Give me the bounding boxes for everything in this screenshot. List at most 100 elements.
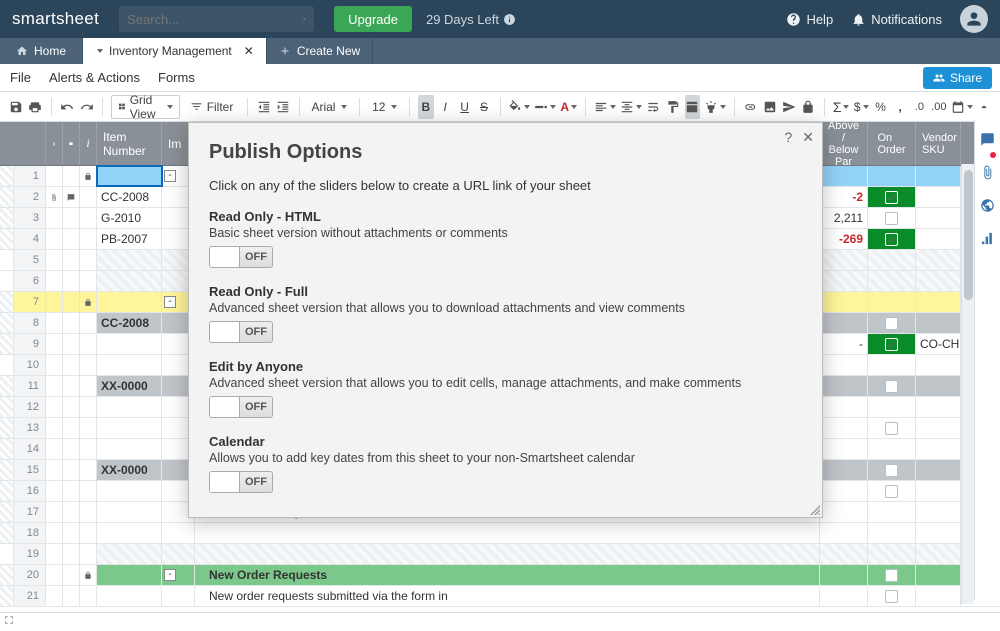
filter-icon [190, 100, 203, 113]
bg-color-button[interactable] [508, 95, 530, 119]
section-title: Calendar [209, 434, 802, 449]
clear-format-button[interactable] [685, 95, 700, 119]
redo-button[interactable] [79, 95, 94, 119]
filter-button[interactable]: Filter [184, 95, 240, 119]
table-row[interactable]: 20-New Order Requests [0, 565, 1000, 586]
print-button[interactable] [27, 95, 42, 119]
undo-icon [60, 100, 74, 114]
document-tabs: Home Inventory Management ✕ Create New [0, 38, 1000, 64]
notifications-link[interactable]: Notifications [851, 12, 942, 27]
table-row[interactable]: 18 [0, 523, 1000, 544]
section-description: Advanced sheet version that allows you t… [209, 301, 802, 315]
sum-button[interactable]: Σ [833, 95, 850, 119]
table-row[interactable]: 19 [0, 544, 1000, 565]
section-title: Edit by Anyone [209, 359, 802, 374]
task-bar-color-button[interactable] [534, 95, 556, 119]
col-above-below[interactable]: Above / Below Par [820, 122, 868, 165]
user-avatar[interactable] [960, 5, 988, 33]
view-selector[interactable]: Grid View [111, 95, 180, 119]
send-icon [782, 100, 796, 114]
lock-button[interactable] [801, 95, 816, 119]
tab-menu-caret[interactable] [97, 49, 103, 53]
file-menu[interactable]: File [10, 70, 31, 85]
bold-button[interactable]: B [418, 95, 433, 119]
wrap-button[interactable] [646, 95, 661, 119]
strikethrough-button[interactable]: S [476, 95, 491, 119]
comment-icon[interactable] [69, 138, 73, 150]
format-painter-button[interactable] [665, 95, 680, 119]
font-selector[interactable]: Arial [307, 95, 351, 119]
link-icon [743, 100, 757, 114]
search-icon [303, 12, 306, 26]
col-on-order[interactable]: On Order [868, 122, 916, 165]
info-icon [503, 13, 516, 26]
create-new-tab[interactable]: Create New [267, 38, 373, 64]
align-left-icon [594, 100, 608, 114]
toggle-switch[interactable]: OFF [209, 246, 273, 268]
toggle-switch[interactable]: OFF [209, 321, 273, 343]
percent-button[interactable]: % [873, 95, 888, 119]
sheet-tab-active[interactable]: Inventory Management ✕ [83, 38, 267, 64]
dialog-help-icon[interactable]: ? [784, 129, 792, 146]
chevron-up-icon [977, 100, 991, 114]
highlight-button[interactable] [704, 95, 726, 119]
table-row[interactable]: 21New order requests submitted via the f… [0, 586, 1000, 607]
help-link[interactable]: Help [786, 12, 833, 27]
publish-section: Read Only - Full Advanced sheet version t… [209, 284, 802, 345]
undo-button[interactable] [59, 95, 74, 119]
section-description: Basic sheet version without attachments … [209, 226, 802, 240]
scrollbar-thumb[interactable] [964, 170, 973, 300]
person-icon [964, 9, 984, 29]
format-painter-icon [666, 100, 680, 114]
conversations-icon[interactable] [980, 132, 995, 147]
toggle-switch[interactable]: OFF [209, 396, 273, 418]
send-button[interactable] [781, 95, 796, 119]
underline-button[interactable]: U [457, 95, 472, 119]
forms-menu[interactable]: Forms [158, 70, 195, 85]
home-tab[interactable]: Home [0, 38, 83, 64]
publish-section: CalendarAllows you to add key dates from… [209, 434, 802, 495]
link-button[interactable] [743, 95, 758, 119]
font-size-selector[interactable]: 12 [368, 95, 401, 119]
search-box[interactable] [119, 6, 314, 32]
toggle-switch[interactable]: OFF [209, 471, 273, 493]
bar-color-icon [534, 100, 548, 114]
indent-button[interactable] [275, 95, 290, 119]
decimal-increase-button[interactable]: .00 [931, 95, 946, 119]
redo-icon [80, 100, 94, 114]
valign-button[interactable] [620, 95, 642, 119]
bell-icon [851, 12, 866, 27]
col-item-number[interactable]: Item Number [97, 122, 162, 165]
grid-icon [118, 100, 126, 113]
section-title: Read Only - Full [209, 284, 802, 299]
right-activity-bar [974, 120, 1000, 600]
currency-button[interactable]: $ [853, 95, 868, 119]
collapse-toolbar-button[interactable] [977, 95, 992, 119]
indent-icon [276, 100, 290, 114]
resize-handle[interactable] [808, 503, 820, 515]
alerts-menu[interactable]: Alerts & Actions [49, 70, 140, 85]
publish-panel-icon[interactable] [980, 198, 995, 213]
date-format-button[interactable] [951, 95, 973, 119]
text-color-button[interactable]: A [560, 95, 577, 119]
upgrade-button[interactable]: Upgrade [334, 6, 412, 32]
publish-section: Edit by AnyoneAdvanced sheet version tha… [209, 359, 802, 420]
search-input[interactable] [127, 12, 303, 27]
close-tab-icon[interactable]: ✕ [244, 44, 254, 58]
activity-log-icon[interactable] [980, 231, 995, 246]
share-button[interactable]: Share [923, 67, 992, 89]
save-button[interactable] [8, 95, 23, 119]
decimal-decrease-button[interactable]: .0 [912, 95, 927, 119]
status-bar [0, 612, 1000, 624]
dialog-close-icon[interactable]: ✕ [802, 129, 814, 146]
image-button[interactable] [762, 95, 777, 119]
trial-days[interactable]: 29 Days Left [426, 12, 516, 27]
outdent-button[interactable] [256, 95, 271, 119]
col-vendor-sku[interactable]: Vendor SKU [916, 122, 961, 165]
italic-button[interactable]: I [438, 95, 453, 119]
attachments-panel-icon[interactable] [980, 165, 995, 180]
align-button[interactable] [594, 95, 616, 119]
attachment-icon[interactable] [52, 138, 56, 150]
thousands-button[interactable]: , [892, 95, 907, 119]
vertical-scrollbar[interactable] [961, 164, 974, 604]
